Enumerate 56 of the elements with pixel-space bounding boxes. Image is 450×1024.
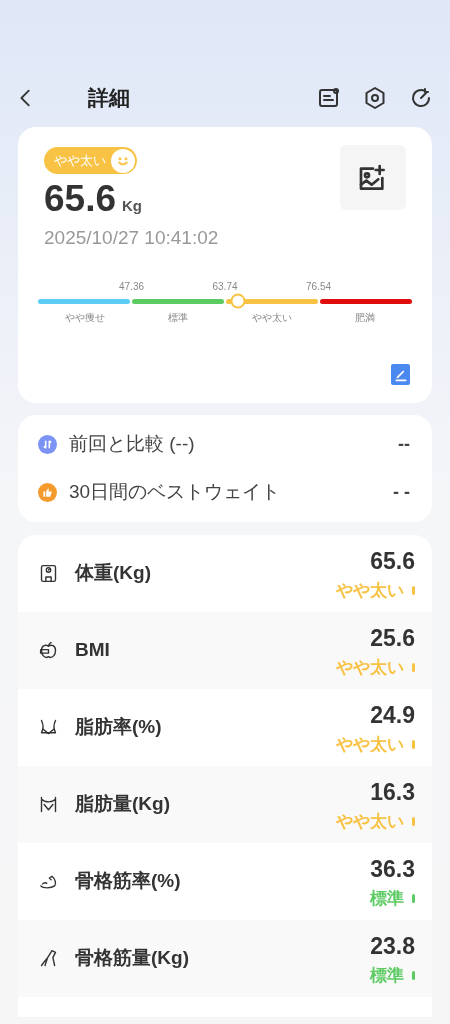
metric-value: 25.6 [370,623,415,653]
threshold-label: 63.74 [212,279,238,294]
status-tick [412,663,415,672]
badge-label: やや太い [54,151,106,170]
timestamp: 2025/10/27 10:41:02 [44,226,220,250]
metric-value: 16.3 [370,777,415,807]
status-label: やや太い [336,579,404,602]
status-label: 標準 [370,964,404,987]
threshold-label: 47.36 [119,279,144,294]
metric-value: 23.8 [370,931,415,961]
metric-label: 骨格筋量(Kg) [75,946,189,971]
status-label: 標準 [370,887,404,910]
metric-row[interactable]: 脂肪率(%) 24.9 やや太い [18,689,432,766]
refresh-icon [409,86,433,110]
metric-row[interactable]: 骨格筋量(Kg) 23.8 標準 [18,920,432,997]
add-photo-button[interactable] [340,145,406,210]
status-label: やや太い [336,656,404,679]
page-title: 詳細 [88,85,130,112]
status-tick [412,740,415,749]
range-label: やや痩せ [64,310,105,325]
range-label: 標準 [168,310,189,325]
metric-row[interactable]: 体重(Kg) 65.6 やや太い [18,535,432,612]
comparison-value: -- [398,432,411,456]
comparison-label: 30日間のベストウェイト [69,479,281,504]
apple-icon [38,640,59,661]
metric-value: 36.3 [370,854,415,884]
comparison-label: 前回と比較 (--) [69,431,195,456]
threshold-label: 76.54 [306,279,331,294]
edit-button[interactable] [391,364,410,385]
range-label: やや太い [251,310,292,325]
status-tick [412,894,415,903]
status-tick [412,971,415,980]
settings-icon [363,86,387,110]
status-tick [412,817,415,826]
metric-label: BMI [75,638,110,663]
metric-row[interactable]: 骨格筋率(%) 36.3 標準 [18,843,432,920]
metric-label: 骨格筋率(%) [75,869,181,894]
comparison-value: - - [393,480,411,504]
thumbs-up-icon [38,482,57,502]
compare-icon [38,434,57,454]
metric-row[interactable]: 脂肪量(Kg) 16.3 やや太い [18,766,432,843]
weight-unit: Kg [122,196,142,216]
metric-value: 65.6 [370,546,415,576]
status-tick [412,586,415,595]
status-label: やや太い [336,810,404,833]
metric-row[interactable]: BMI 25.6 やや太い [18,612,432,689]
weight-value: 65.6 [44,177,116,221]
metric-label: 体重(Kg) [75,561,151,586]
metric-value: 24.9 [370,700,415,730]
status-label: やや太い [336,733,404,756]
range-label: 肥満 [355,310,376,325]
metric-label: 脂肪率(%) [75,715,162,740]
notes-icon [317,86,341,110]
hips-icon [38,794,59,815]
leg-icon [38,948,59,969]
metric-label: 脂肪量(Kg) [75,792,170,817]
